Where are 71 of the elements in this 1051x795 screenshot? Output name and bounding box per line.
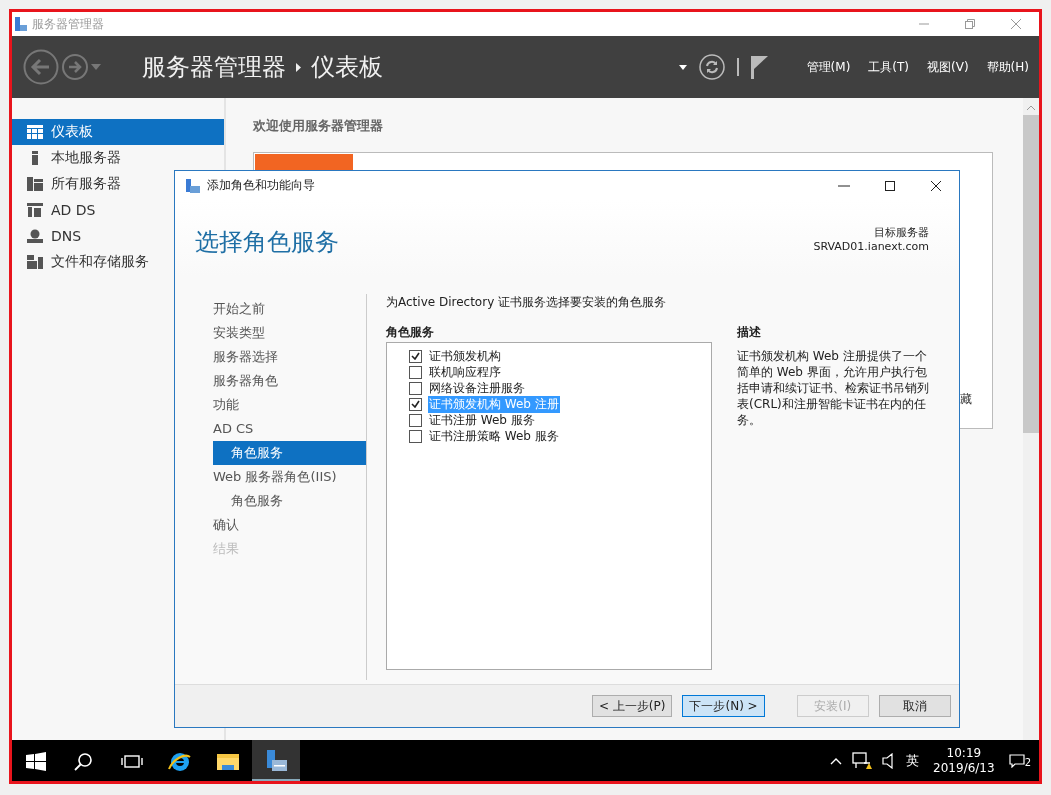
server-icon [27,177,43,191]
dialog-title: 添加角色和功能向导 [207,177,315,194]
wizard-step[interactable]: 安装类型 [213,321,366,345]
server-icon [27,203,43,217]
notification-icon[interactable] [1008,753,1025,768]
wizard-button[interactable]: 取消 [878,695,951,717]
menu-item[interactable]: 工具(T) [868,58,910,76]
taskbar-button[interactable] [252,740,300,781]
target-label: 目标服务器 [873,226,929,240]
wizard-step[interactable]: 开始之前 [213,297,366,321]
menu-item[interactable]: 管理(M) [806,58,851,76]
checkmark-icon [411,400,420,408]
wizard-button[interactable]: 下一步(N) > [682,695,765,717]
breadcrumb-link[interactable]: 服务器管理器 [142,51,286,83]
wizard-step[interactable]: 确认 [213,513,366,537]
flag-icon[interactable] [750,55,769,79]
clock[interactable]: 10:19 2019/6/13 [933,745,995,776]
checkbox[interactable] [409,349,422,363]
refresh-button[interactable] [698,54,725,80]
wizard-icon [185,177,201,194]
wizard-step[interactable]: Web 服务器角色(IIS) [213,465,366,489]
app-icon [14,16,28,32]
target-server: SRVAD01.ianext.com [813,240,929,254]
wizard-step[interactable]: 服务器选择 [213,345,366,369]
checkbox[interactable] [409,429,422,443]
wizard-step[interactable]: 服务器角色 [213,369,366,393]
partial-text: 藏 [960,391,972,408]
notification-count: 2 [1024,756,1031,768]
chevron-up-icon[interactable] [830,756,843,765]
checkbox[interactable] [409,365,422,379]
role-services-list[interactable]: 证书颁发机构 联机响应程序 网络设备注册服务 证书颁发机构 Web 注册 证书注册 Web 服务 证书注册策略 Web 服务 [386,342,712,670]
description-text: 证书颁发机构 Web 注册提供了一个简单的 Web 界面，允许用户执行包括申请和续订证书、检索证书吊销列表(CRL)和注册智能卡证书在内的任务。 [737,348,930,428]
page-heading: 选择角色服务 [195,227,339,258]
dropdown-caret-icon[interactable] [678,64,687,70]
sidebar-item[interactable]: AD DS [12,197,224,223]
input-method-indicator[interactable]: 英 [906,751,920,770]
list-item[interactable]: 证书注册策略 Web 服务 [428,427,560,445]
menu-item[interactable]: 帮助(H) [986,58,1029,76]
maximize-button[interactable] [884,179,896,192]
clock-time: 10:19 [945,745,983,761]
checkbox[interactable] [409,397,422,411]
menu-item[interactable]: 视图(V) [927,58,969,76]
checkbox[interactable] [409,413,422,427]
wizard-button[interactable]: < 上一步(P) [592,695,673,717]
welcome-heading: 欢迎使用服务器管理器 [253,117,384,135]
instruction-text: 为Active Directory 证书服务选择要安装的角色服务 [386,294,668,311]
wizard-step[interactable]: AD CS [213,417,366,441]
breadcrumb-arrow-icon [296,62,301,72]
sidebar-item[interactable]: 仪表板 [12,119,224,145]
list-item[interactable]: 联机响应程序 [428,363,502,381]
grid-icon [27,125,43,139]
list-item[interactable]: 证书注册 Web 服务 [428,411,536,429]
network-icon[interactable] [852,751,873,770]
wizard-step[interactable]: 功能 [213,393,366,417]
page-title: 仪表板 [311,52,383,83]
sidebar-item[interactable]: 本地服务器 [12,145,224,171]
wizard-step: 结果 [213,537,366,561]
list-heading: 角色服务 [386,324,435,341]
restore-button[interactable] [964,18,976,30]
server-icon [27,255,43,269]
scrollbar[interactable] [1023,98,1039,740]
clock-date: 2019/6/13 [933,760,995,776]
checkmark-icon [411,352,420,360]
close-button[interactable] [930,179,942,192]
wizard-step[interactable]: 角色服务 [213,441,366,465]
checkbox[interactable] [409,381,422,395]
wizard-step[interactable]: 角色服务 [213,489,366,513]
window-title: 服务器管理器 [32,15,104,33]
description-heading: 描述 [737,324,762,341]
list-item[interactable]: 证书颁发机构 [428,347,502,365]
list-item[interactable]: 网络设备注册服务 [428,379,526,397]
